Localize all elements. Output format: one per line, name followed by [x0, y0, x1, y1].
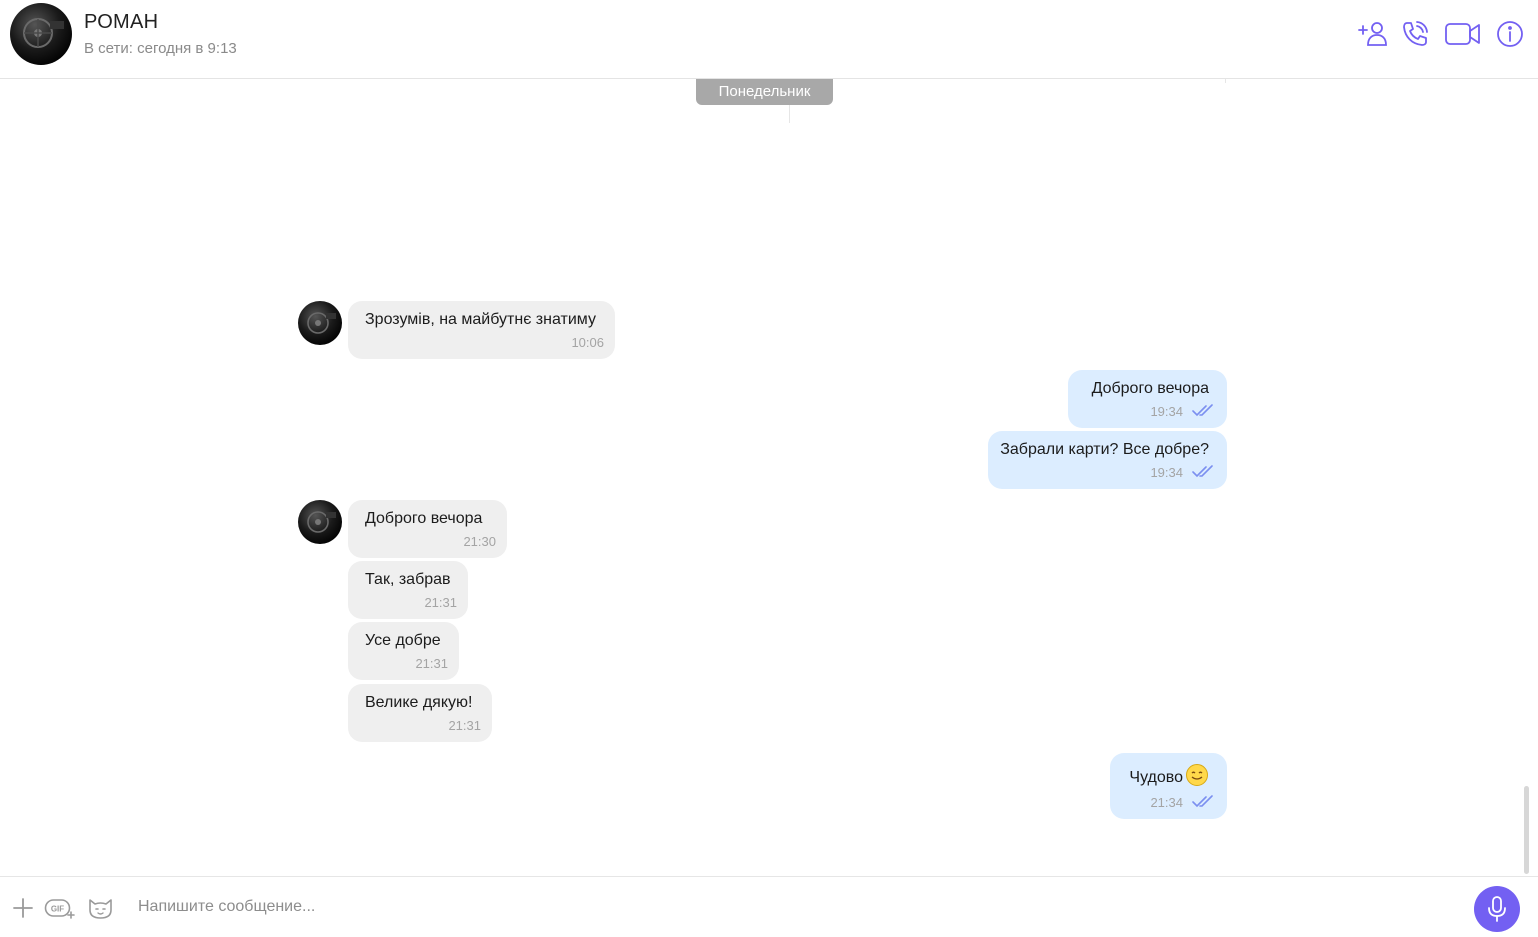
- message-time: 21:31: [424, 595, 457, 610]
- smile-emoji-icon: [1186, 764, 1208, 786]
- add-contact-icon[interactable]: [1357, 18, 1389, 50]
- message-input[interactable]: [138, 895, 1438, 919]
- contact-avatar[interactable]: [10, 3, 72, 65]
- message-bubble-incoming[interactable]: Доброго вечора 21:30: [348, 500, 507, 558]
- svg-text:GIF: GIF: [51, 905, 64, 914]
- message-bubble-incoming[interactable]: Зрозумів, на майбутнє знатиму 10:06: [348, 301, 615, 359]
- message-time: 19:34: [1150, 404, 1183, 419]
- message-bubble-incoming[interactable]: Усе добре 21:31: [348, 622, 459, 680]
- avatar-image: [23, 18, 64, 48]
- chat-header: РОМАН В сети: сегодня в 9:13: [0, 0, 1538, 79]
- double-check-icon: [1192, 404, 1213, 417]
- message-time: 10:06: [571, 335, 604, 350]
- video-icon[interactable]: [1444, 18, 1482, 50]
- contact-name[interactable]: РОМАН: [84, 11, 158, 34]
- gif-icon[interactable]: GIF: [44, 896, 76, 920]
- microphone-icon: [1488, 896, 1506, 922]
- message-bubble-incoming[interactable]: Велике дякую! 21:31: [348, 684, 492, 742]
- sender-avatar[interactable]: [298, 301, 342, 345]
- message-text: Велике дякую!: [365, 694, 473, 711]
- sticker-icon[interactable]: [87, 896, 114, 920]
- message-text: Доброго вечора: [365, 510, 483, 527]
- info-icon[interactable]: [1494, 18, 1526, 50]
- message-composer: GIF: [0, 876, 1538, 932]
- message-text: Чудово: [1129, 769, 1183, 786]
- message-time: 19:34: [1150, 465, 1183, 480]
- scrollbar[interactable]: [1524, 786, 1529, 874]
- plus-icon[interactable]: [12, 897, 34, 919]
- contact-status: В сети: сегодня в 9:13: [84, 40, 237, 57]
- message-text: Зрозумів, на майбутнє знатиму: [365, 311, 596, 328]
- message-bubble-outgoing[interactable]: Забрали карти? Все добре? 19:34: [988, 431, 1227, 489]
- phone-icon[interactable]: [1399, 18, 1431, 50]
- message-time: 21:31: [415, 656, 448, 671]
- message-text: Забрали карти? Все добре?: [1000, 441, 1209, 458]
- message-text: Доброго вечора: [1091, 380, 1209, 397]
- sender-avatar[interactable]: [298, 500, 342, 544]
- double-check-icon: [1192, 465, 1213, 478]
- message-time: 21:31: [448, 718, 481, 733]
- avatar-image: [307, 312, 336, 334]
- message-bubble-incoming[interactable]: Так, забрав 21:31: [348, 561, 468, 619]
- message-bubble-outgoing[interactable]: Чудово 21:34: [1110, 753, 1227, 819]
- message-list[interactable]: Понедельник Зрозумів, на майбутнє знатим…: [0, 79, 1538, 876]
- divider: [1225, 79, 1226, 83]
- message-time: 21:34: [1150, 795, 1183, 810]
- divider: [789, 105, 790, 123]
- message-text: Так, забрав: [365, 571, 451, 588]
- microphone-button[interactable]: [1474, 886, 1520, 932]
- double-check-icon: [1192, 795, 1213, 808]
- day-separator: Понедельник: [696, 79, 833, 105]
- message-bubble-outgoing[interactable]: Доброго вечора 19:34: [1068, 370, 1227, 428]
- avatar-image: [307, 511, 336, 533]
- message-time: 21:30: [463, 534, 496, 549]
- message-text: Усе добре: [365, 632, 441, 649]
